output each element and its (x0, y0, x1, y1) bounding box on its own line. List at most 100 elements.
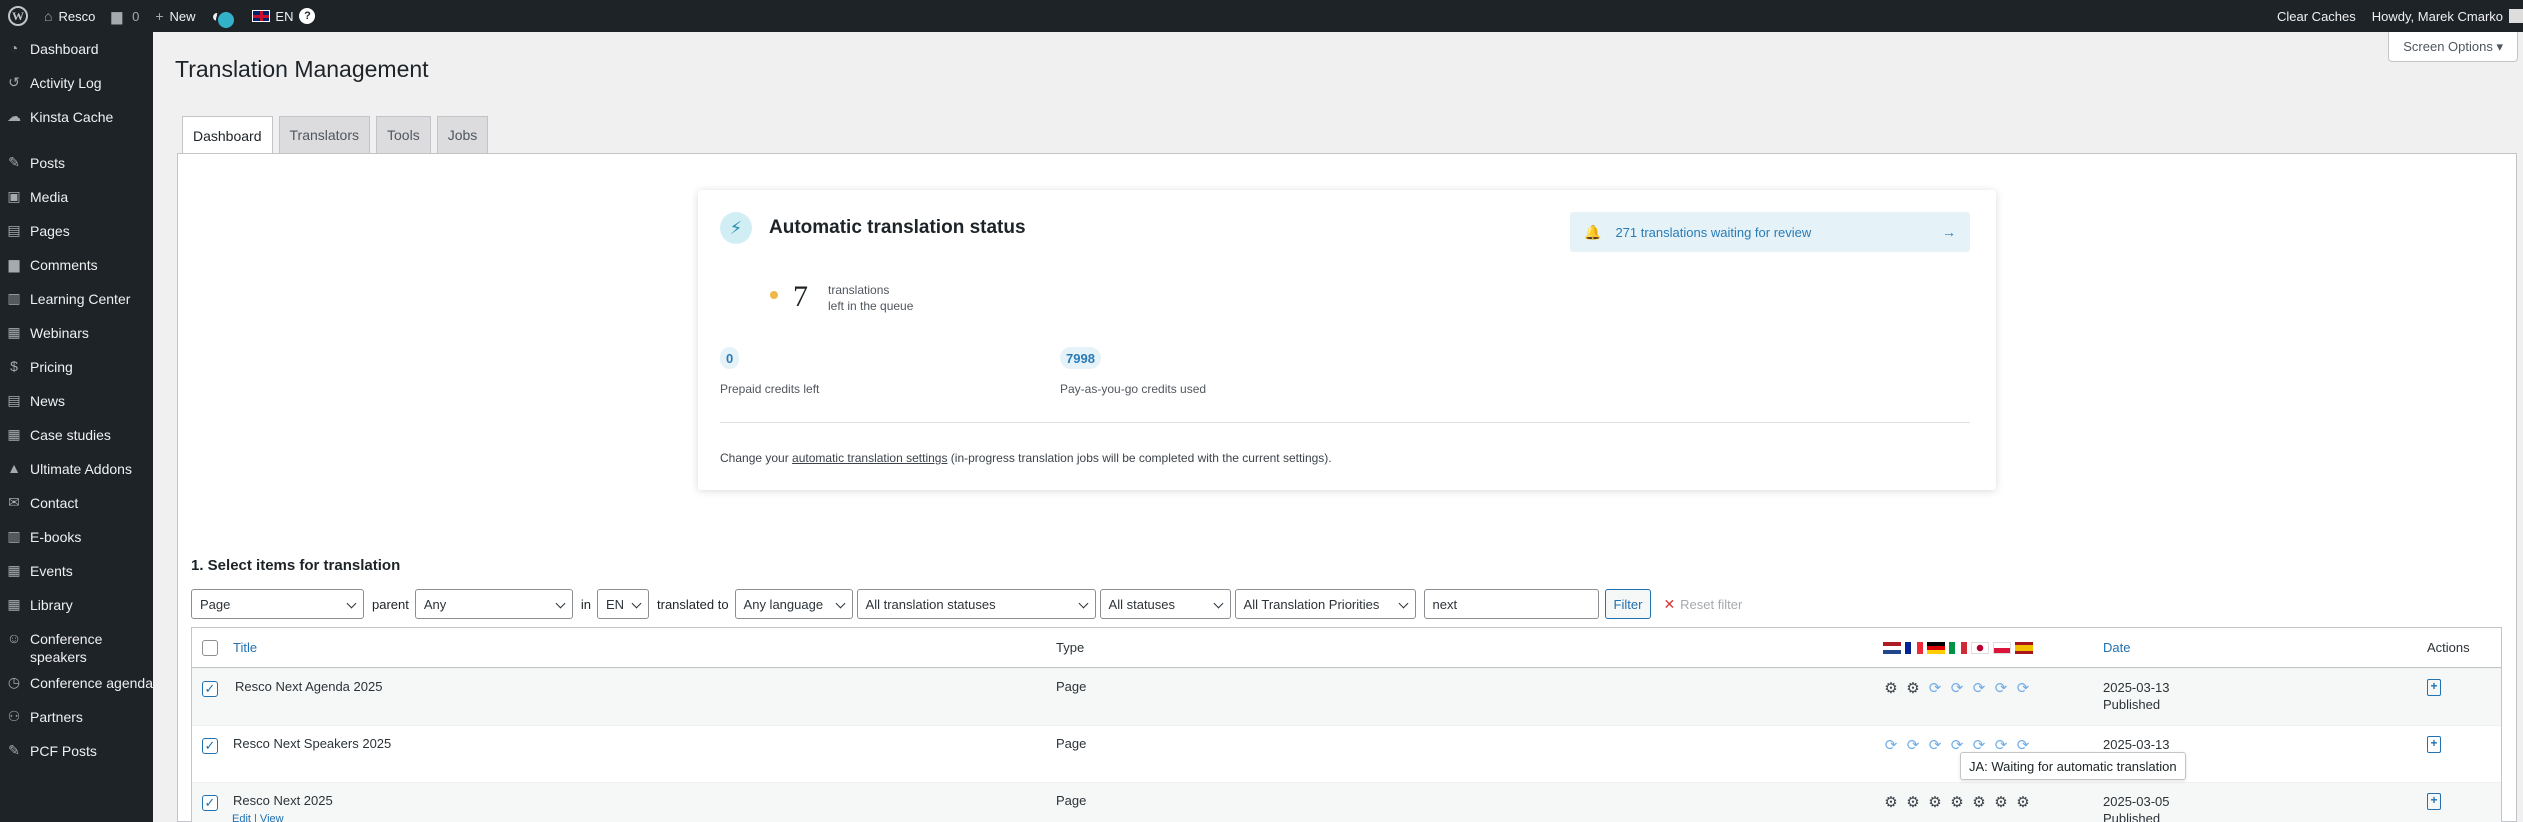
sidebar-item-e-books[interactable]: ▥ E-books (0, 520, 153, 554)
sidebar-item-label: Pricing (30, 359, 73, 375)
post-type-select[interactable]: Page (191, 589, 364, 619)
gear-icon[interactable]: ⚙ (1927, 795, 1943, 811)
sidebar-item-label: Webinars (30, 325, 89, 341)
language-switcher[interactable]: EN? (244, 0, 323, 32)
review-translations-link[interactable]: 🔔 271 translations waiting for review → (1570, 212, 1970, 252)
es-flag-icon[interactable] (2015, 642, 2033, 654)
gear-icon[interactable]: ⚙ (1883, 681, 1899, 697)
title-column-header[interactable]: Title (233, 640, 257, 655)
tab-tools[interactable]: Tools (376, 116, 431, 153)
gear-icon[interactable]: ⚙ (1883, 795, 1899, 811)
search-input[interactable]: next (1423, 589, 1599, 619)
refresh-icon[interactable]: ⟳ (1883, 738, 1899, 754)
close-icon: ✕ (1663, 595, 1676, 612)
row-date: 2025-03-05 Published (2103, 794, 2170, 822)
screen-options-button[interactable]: Screen Options ▾ (2388, 32, 2518, 62)
de-flag-icon[interactable] (1927, 642, 1945, 654)
sidebar-item-partners[interactable]: ⚇ Partners (0, 700, 153, 734)
gear-icon[interactable]: ⚙ (1971, 795, 1987, 811)
fr-flag-icon[interactable] (1905, 642, 1923, 654)
sidebar-item-conference-speakers[interactable]: ☺ Conference speakers (0, 622, 153, 666)
filter-button[interactable]: Filter (1604, 589, 1652, 619)
sidebar-item-kinsta-cache[interactable]: ☁ Kinsta Cache (0, 100, 153, 134)
jp-flag-icon[interactable] (1971, 642, 1989, 654)
gear-icon[interactable]: ⚙ (1949, 795, 1965, 811)
gear-icon[interactable]: ⚙ (2015, 795, 2031, 811)
sidebar-item-pages[interactable]: ▤ Pages (0, 214, 153, 248)
refresh-icon[interactable]: ⟳ (1927, 738, 1943, 754)
comments-link[interactable]: ▆ 0 (103, 0, 147, 32)
refresh-icon[interactable]: ⟳ (1927, 681, 1943, 697)
source-language-select[interactable]: EN (597, 589, 649, 619)
row-checkbox[interactable]: ✓ (202, 795, 218, 811)
row-checkbox[interactable]: ✓ (202, 681, 218, 697)
sidebar-item-label: Contact (30, 495, 79, 511)
date-column-header[interactable]: Date (2103, 640, 2130, 655)
new-content-button[interactable]: + New (147, 0, 203, 32)
avatar (2509, 9, 2523, 23)
sidebar-item-news[interactable]: ▤ News (0, 384, 153, 418)
sidebar-item-learning-center[interactable]: ▥ Learning Center (0, 282, 153, 316)
sidebar-item-case-studies[interactable]: ▦ Case studies (0, 418, 153, 452)
uk-flag-icon (252, 10, 271, 22)
nav-tabs: Dashboard Translators Tools Jobs (182, 116, 494, 154)
automatic-translation-settings-link[interactable]: automatic translation settings (792, 451, 947, 465)
sidebar-item-ultimate-addons[interactable]: ▲ Ultimate Addons (0, 452, 153, 486)
pl-flag-icon[interactable] (1993, 642, 2011, 654)
sidebar-item-media[interactable]: ▣ Media (0, 180, 153, 214)
parent-select[interactable]: Any (414, 589, 573, 619)
row-title-link[interactable]: Resco Next Agenda 2025 (235, 679, 382, 694)
gear-icon[interactable]: ⚙ (1993, 795, 2009, 811)
add-translation-icon[interactable]: + (2427, 679, 2441, 696)
refresh-icon[interactable]: ⟳ (1905, 738, 1921, 754)
sidebar-item-posts[interactable]: ✎ Posts (0, 146, 153, 180)
reset-filter-link[interactable]: ✕ Reset filter (1663, 596, 1742, 613)
wpml-menu[interactable]: ◐ (204, 0, 245, 32)
sidebar-item-label: Ultimate Addons (30, 461, 132, 477)
refresh-icon[interactable]: ⟳ (2015, 681, 2031, 697)
row-title-link[interactable]: Resco Next Speakers 2025 (233, 736, 391, 751)
priority-select[interactable]: All Translation Priorities (1234, 589, 1416, 619)
sidebar-item-library[interactable]: ▦ Library (0, 588, 153, 622)
language-flags (1883, 642, 2033, 654)
sidebar-item-webinars[interactable]: ▦ Webinars (0, 316, 153, 350)
table-header: Title Type Date Actions (192, 628, 2501, 668)
comment-icon: ▆ (111, 7, 123, 24)
row-actions[interactable]: Edit | View (232, 813, 284, 822)
refresh-icon[interactable]: ⟳ (1993, 681, 2009, 697)
sidebar-item-activity-log[interactable]: ↺ Activity Log (0, 66, 153, 100)
tab-jobs[interactable]: Jobs (436, 116, 489, 153)
prepaid-credits-badge: 0 (720, 347, 740, 369)
status-select[interactable]: All statuses (1099, 589, 1231, 619)
row-checkbox[interactable]: ✓ (202, 738, 218, 754)
site-name-link[interactable]: ⌂ Resco (36, 0, 103, 32)
sidebar-item-pricing[interactable]: $ Pricing (0, 350, 153, 384)
row-title-link[interactable]: Resco Next 2025 (233, 793, 333, 808)
sidebar-item-pcf-posts[interactable]: ✎ PCF Posts (0, 734, 153, 768)
sidebar-item-dashboard[interactable]: ◔ Dashboard (0, 32, 153, 66)
translation-status-select[interactable]: All translation statuses (856, 589, 1096, 619)
account-menu[interactable]: Howdy, Marek Cmarko (2364, 0, 2523, 32)
nl-flag-icon[interactable] (1883, 642, 1901, 654)
add-translation-icon[interactable]: + (2427, 736, 2441, 753)
gear-icon[interactable]: ⚙ (1905, 795, 1921, 811)
sidebar-item-conference-agenda[interactable]: ◷ Conference agenda (0, 666, 153, 700)
refresh-icon[interactable]: ⟳ (1949, 681, 1965, 697)
section-title: 1. Select items for translation (191, 557, 401, 574)
target-language-select[interactable]: Any language (734, 589, 853, 619)
it-flag-icon[interactable] (1949, 642, 1967, 654)
clear-caches-link[interactable]: Clear Caches (2269, 0, 2364, 32)
sidebar-item-label: News (30, 393, 66, 409)
select-all-checkbox[interactable] (202, 640, 218, 656)
queue-status-dot (770, 291, 778, 299)
sidebar-item-comments[interactable]: ▆ Comments (0, 248, 153, 282)
tab-translators[interactable]: Translators (278, 116, 371, 153)
add-translation-icon[interactable]: + (2427, 793, 2441, 810)
wordpress-logo-button[interactable]: W (0, 0, 36, 32)
tab-dashboard[interactable]: Dashboard (182, 116, 273, 154)
sidebar-item-events[interactable]: ▦ Events (0, 554, 153, 588)
gear-icon[interactable]: ⚙ (1905, 681, 1921, 697)
in-label: in (580, 596, 591, 612)
refresh-icon[interactable]: ⟳ (1971, 681, 1987, 697)
sidebar-item-contact[interactable]: ✉ Contact (0, 486, 153, 520)
